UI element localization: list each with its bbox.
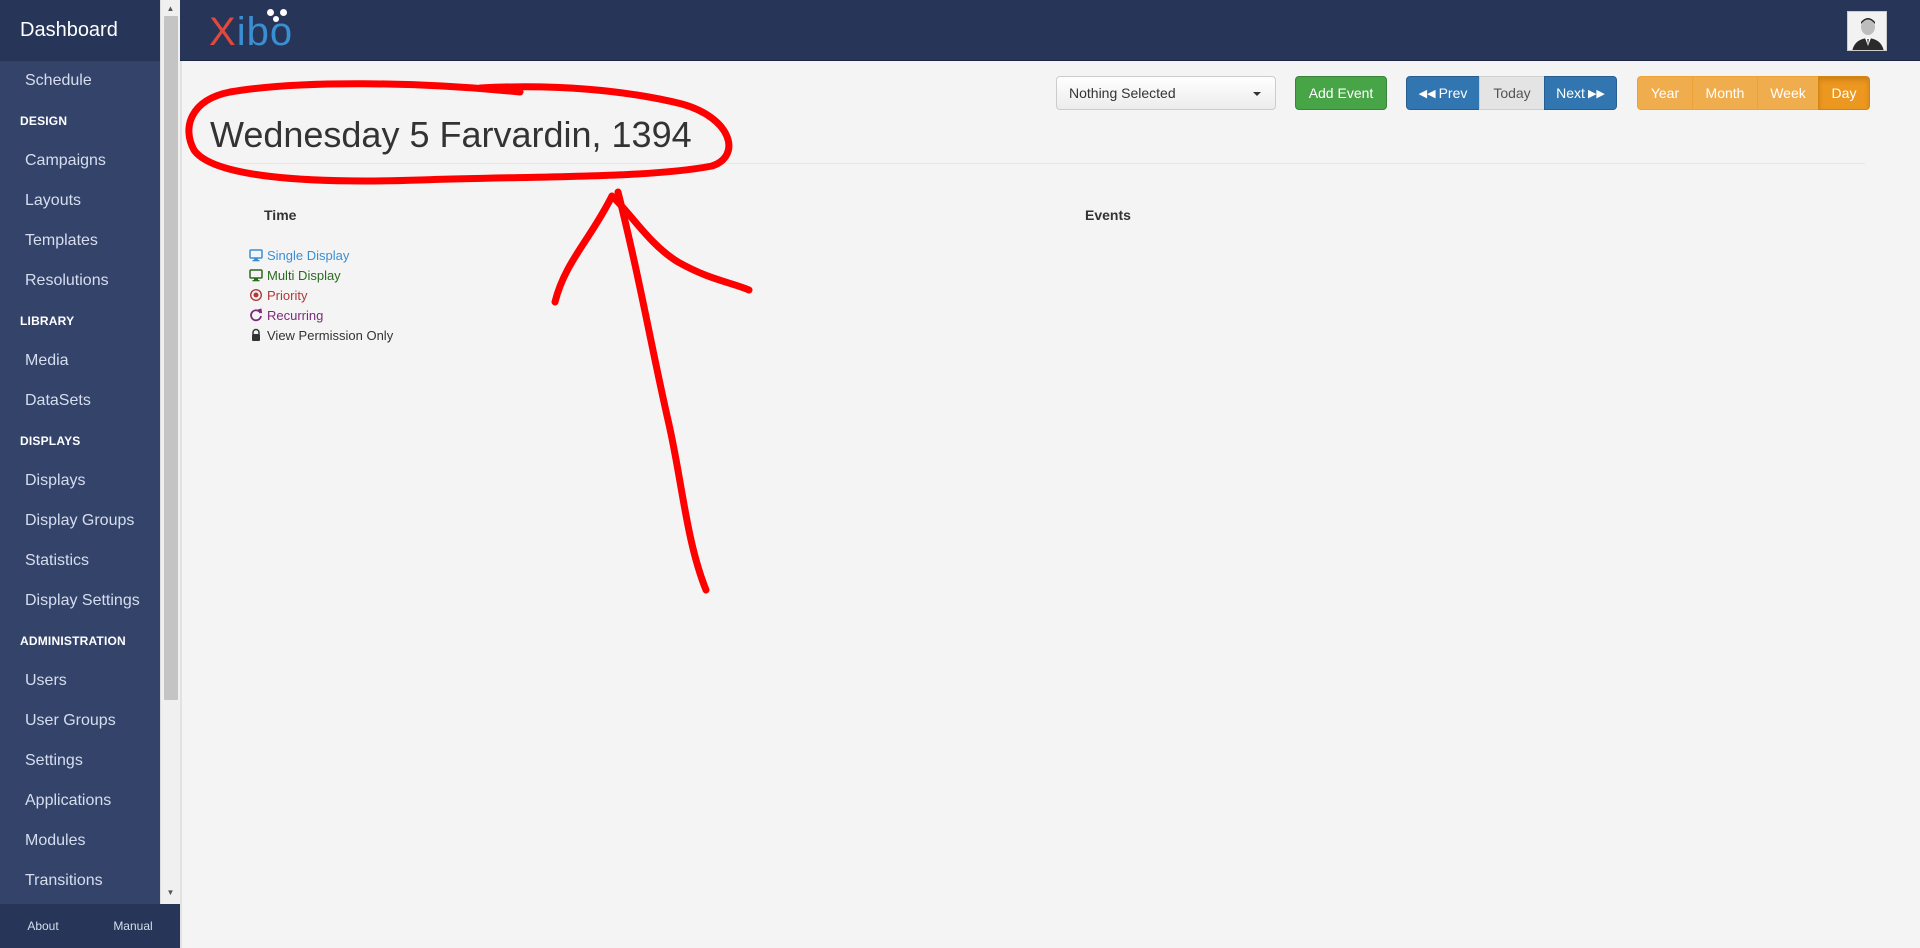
logo-x: X xyxy=(209,10,237,54)
sidebar-section-library: LIBRARY xyxy=(20,314,75,328)
calendar-date-title: Wednesday 5 Farvardin, 1394 xyxy=(210,114,692,155)
events-column-header: Events xyxy=(1085,207,1131,223)
scroll-down-arrow-icon[interactable]: ▼ xyxy=(161,886,180,900)
monitor-icon xyxy=(249,249,263,262)
sidebar-footer: About Manual xyxy=(0,904,180,948)
legend-label: Single Display xyxy=(267,247,350,263)
sidebar-item-templates[interactable]: Templates xyxy=(0,221,160,261)
sidebar-gutter xyxy=(180,0,182,948)
legend-item-recurring: Recurring xyxy=(249,305,393,325)
top-bar: Xibo xyxy=(180,0,1920,61)
logo-dot xyxy=(267,9,274,16)
chevron-down-icon xyxy=(1253,92,1261,96)
bullseye-icon xyxy=(249,288,263,302)
double-left-chevron-icon: ◀◀ xyxy=(1418,87,1436,100)
legend-label: View Permission Only xyxy=(267,327,394,343)
view-week-button[interactable]: Week xyxy=(1757,76,1819,110)
legend-item-priority: Priority xyxy=(249,285,393,305)
sidebar-item-applications[interactable]: Applications xyxy=(0,781,160,821)
sidebar-section-displays: DISPLAYS xyxy=(20,434,81,448)
sidebar-item-display-groups[interactable]: Display Groups xyxy=(0,501,160,541)
sidebar-item-resolutions[interactable]: Resolutions xyxy=(0,261,160,301)
sidebar-item-datasets[interactable]: DataSets xyxy=(0,381,160,421)
next-label: Next xyxy=(1556,85,1585,101)
sidebar-item-campaigns[interactable]: Campaigns xyxy=(0,141,160,181)
about-link[interactable]: About xyxy=(27,919,58,933)
prev-label: Prev xyxy=(1438,85,1468,101)
sidebar-item-transitions[interactable]: Transitions xyxy=(0,861,160,901)
today-button[interactable]: Today xyxy=(1479,76,1545,110)
sidebar-item-displays[interactable]: Displays xyxy=(0,461,160,501)
sidebar-item-modules[interactable]: Modules xyxy=(0,821,160,861)
xibo-logo[interactable]: Xibo xyxy=(209,9,294,54)
sidebar-section-design: DESIGN xyxy=(20,114,68,128)
legend-item-multi-display: Multi Display xyxy=(249,265,393,285)
logo-rest: ibo xyxy=(236,10,294,54)
sidebar-item-settings[interactable]: Settings xyxy=(0,741,160,781)
sidebar-item-statistics[interactable]: Statistics xyxy=(0,541,160,581)
sidebar-dashboard-link[interactable]: Dashboard xyxy=(0,0,180,61)
prev-button[interactable]: ◀◀ Prev xyxy=(1406,76,1480,110)
legend-label: Multi Display xyxy=(267,267,341,283)
user-avatar[interactable] xyxy=(1847,11,1887,51)
display-filter-select[interactable]: Nothing Selected xyxy=(1056,76,1276,110)
user-avatar-icon xyxy=(1848,12,1886,50)
sidebar: Dashboard Schedule DESIGN Campaigns Layouts… xyxy=(0,0,180,948)
monitor-icon xyxy=(249,269,263,282)
view-year-button[interactable]: Year xyxy=(1637,76,1693,110)
annotation-arrow-shaft xyxy=(614,188,710,594)
display-filter-value: Nothing Selected xyxy=(1069,85,1176,101)
add-event-button[interactable]: Add Event xyxy=(1295,76,1387,110)
time-column-header: Time xyxy=(264,207,297,223)
sidebar-item-display-settings[interactable]: Display Settings xyxy=(0,581,160,621)
annotation-arrow-head xyxy=(551,192,753,306)
lock-icon xyxy=(252,328,260,341)
legend-item-view-permission-only: View Permission Only xyxy=(249,325,393,345)
next-button[interactable]: Next ▶▶ xyxy=(1544,76,1617,110)
logo-dot xyxy=(273,16,279,22)
legend-item-single-display: Single Display xyxy=(249,245,393,265)
sidebar-nav: Schedule DESIGN Campaigns Layouts Templates R… xyxy=(0,61,160,901)
manual-link[interactable]: Manual xyxy=(113,919,152,933)
sidebar-scrollbar[interactable]: ▲ ▼ xyxy=(160,0,180,904)
view-day-button[interactable]: Day xyxy=(1818,76,1870,110)
sidebar-item-layouts[interactable]: Layouts xyxy=(0,181,160,221)
sidebar-item-user-groups[interactable]: User Groups xyxy=(0,701,160,741)
title-divider xyxy=(210,163,1865,164)
sidebar-item-media[interactable]: Media xyxy=(0,341,160,381)
sidebar-section-administration: ADMINISTRATION xyxy=(20,634,126,648)
sidebar-item-schedule[interactable]: Schedule xyxy=(0,61,160,101)
event-legend: Single Display Multi Display Priority Recur… xyxy=(249,245,393,345)
view-month-button[interactable]: Month xyxy=(1692,76,1758,110)
refresh-icon xyxy=(250,308,263,322)
sidebar-item-users[interactable]: Users xyxy=(0,661,160,701)
logo-dot xyxy=(280,9,287,16)
double-right-chevron-icon: ▶▶ xyxy=(1587,87,1605,100)
legend-label: Priority xyxy=(267,287,308,303)
legend-label: Recurring xyxy=(267,307,324,323)
scroll-thumb[interactable] xyxy=(164,16,178,700)
scroll-up-arrow-icon[interactable]: ▲ xyxy=(161,2,180,16)
